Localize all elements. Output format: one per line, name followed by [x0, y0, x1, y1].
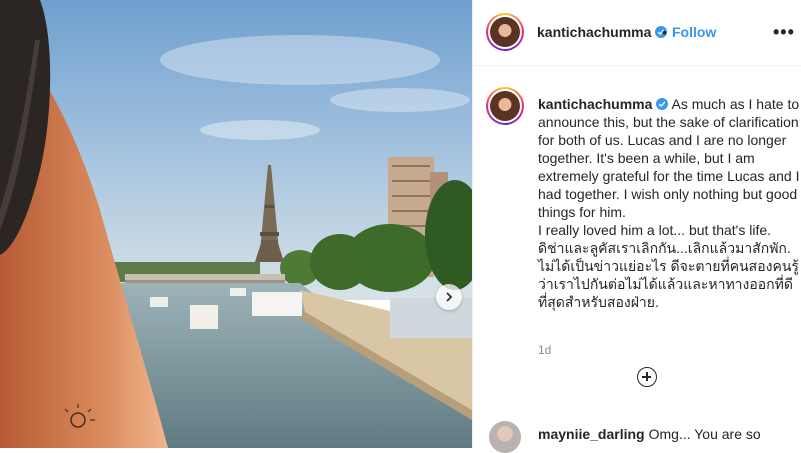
author-avatar[interactable] [486, 13, 524, 51]
more-options-icon[interactable]: ••• [773, 22, 795, 43]
author-username[interactable]: kantichachumma [537, 24, 651, 40]
post-header: kantichachumma • Follow ••• [473, 0, 801, 66]
comment-text: Omg... You are so [648, 426, 761, 442]
separator-dot: • [662, 24, 667, 40]
caption-author-avatar[interactable] [486, 87, 524, 125]
comment-item: mayniie_darling Omg... You are so [538, 426, 761, 442]
caption-text: As much as I hate to announce this, but … [538, 96, 800, 310]
post-timestamp[interactable]: 1d [538, 343, 551, 357]
commenter-username[interactable]: mayniie_darling [538, 426, 645, 442]
follow-button[interactable]: Follow [672, 24, 716, 40]
post-side-panel: kantichachumma • Follow ••• kantichachum… [472, 0, 801, 453]
caption-username[interactable]: kantichachumma [538, 96, 652, 112]
chevron-right-icon [446, 292, 453, 302]
paris-seine-image [0, 0, 472, 448]
commenter-avatar[interactable] [489, 421, 521, 453]
verified-badge-icon [656, 98, 669, 110]
post-photo[interactable] [0, 0, 472, 448]
carousel-next-button[interactable] [436, 284, 462, 310]
load-more-comments-button[interactable] [637, 367, 657, 387]
post-caption: kantichachumma As much as I hate to anno… [538, 95, 800, 311]
author-username-link[interactable]: kantichachumma [537, 24, 668, 40]
